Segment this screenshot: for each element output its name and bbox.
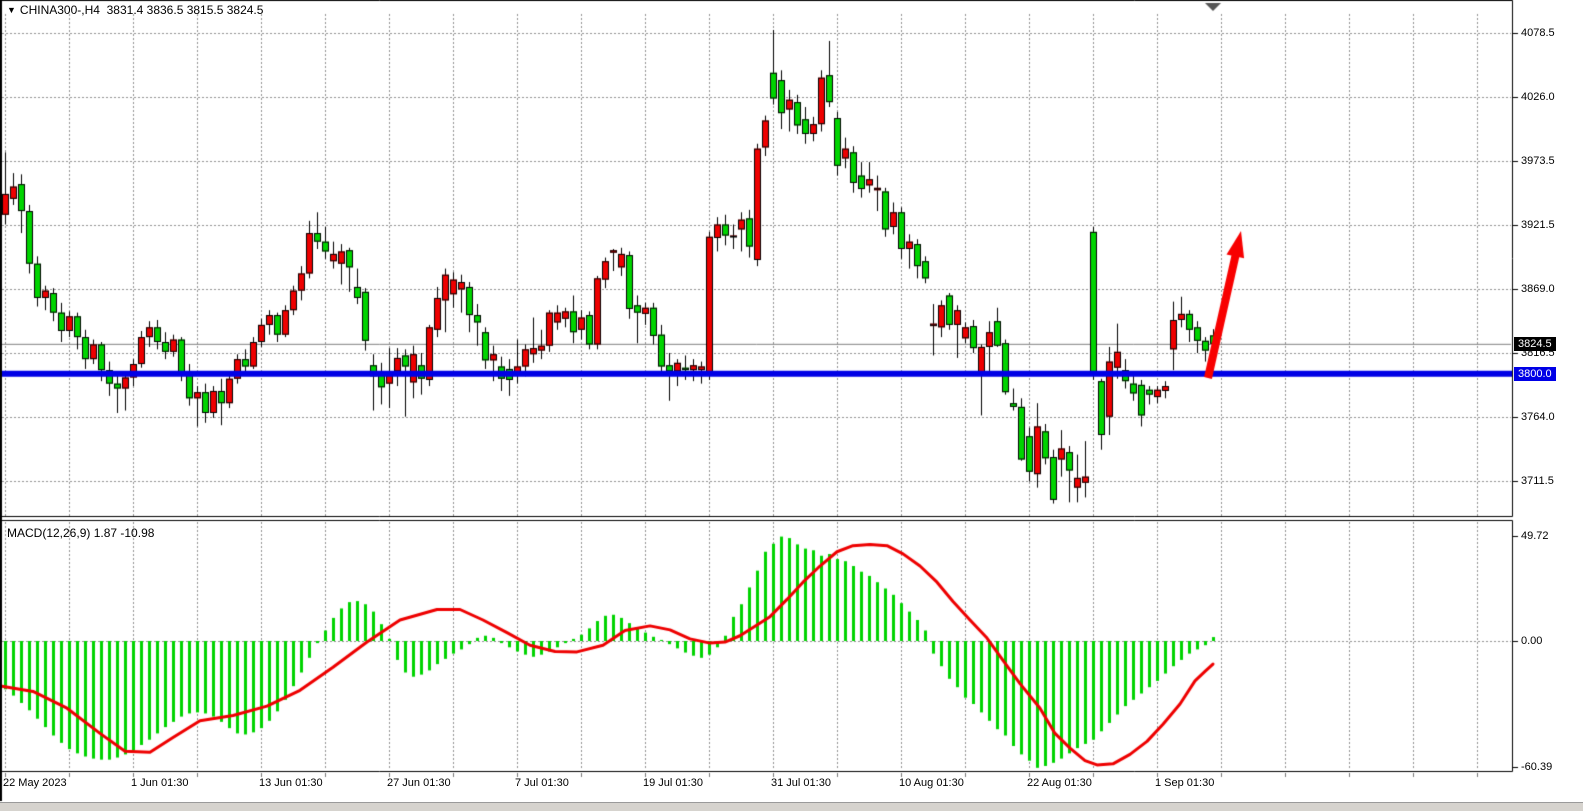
price-axis-label: 3973.5 xyxy=(1521,154,1555,168)
symbol-dropdown-icon[interactable]: ▼ xyxy=(7,5,16,15)
macd-axis-label: 0.00 xyxy=(1521,634,1542,648)
chart-window: ▼ CHINA300-,H4 3831.4 3836.5 3815.5 3824.… xyxy=(0,0,1583,811)
time-axis-label: 31 Jul 01:30 xyxy=(771,777,831,789)
price-axis-label: 4026.0 xyxy=(1521,90,1555,104)
price-axis-label: 3764.0 xyxy=(1521,410,1555,424)
price-axis-label: 3869.0 xyxy=(1521,282,1555,296)
price-chart-canvas[interactable] xyxy=(0,0,1583,811)
time-axis-label: 1 Sep 01:30 xyxy=(1155,777,1214,789)
time-axis-label: 22 May 2023 xyxy=(3,777,67,789)
price-axis-label: 3816.5 xyxy=(1521,346,1555,360)
time-axis-label: 1 Jun 01:30 xyxy=(131,777,189,789)
symbol-timeframe-label: CHINA300-,H4 xyxy=(20,3,100,17)
price-axis-label: 4078.5 xyxy=(1521,26,1555,40)
price-axis-label: 3921.5 xyxy=(1521,218,1555,232)
time-axis-label: 22 Aug 01:30 xyxy=(1027,777,1092,789)
macd-axis-label: 49.72 xyxy=(1521,529,1549,543)
ohlc-values: 3831.4 3836.5 3815.5 3824.5 xyxy=(107,3,264,17)
time-axis-label: 19 Jul 01:30 xyxy=(643,777,703,789)
price-axis-label: 3800.0 xyxy=(1514,367,1556,381)
chart-title: ▼ CHINA300-,H4 3831.4 3836.5 3815.5 3824.… xyxy=(7,3,263,17)
time-axis-label: 10 Aug 01:30 xyxy=(899,777,964,789)
window-bottom-strip xyxy=(0,802,1583,811)
macd-indicator-label: MACD(12,26,9) 1.87 -10.98 xyxy=(7,526,154,540)
time-axis-label: 27 Jun 01:30 xyxy=(387,777,451,789)
price-axis-label: 3711.5 xyxy=(1521,474,1554,488)
time-axis-label: 13 Jun 01:30 xyxy=(259,777,323,789)
macd-axis-label: -60.39 xyxy=(1521,760,1552,774)
time-axis-label: 7 Jul 01:30 xyxy=(515,777,569,789)
